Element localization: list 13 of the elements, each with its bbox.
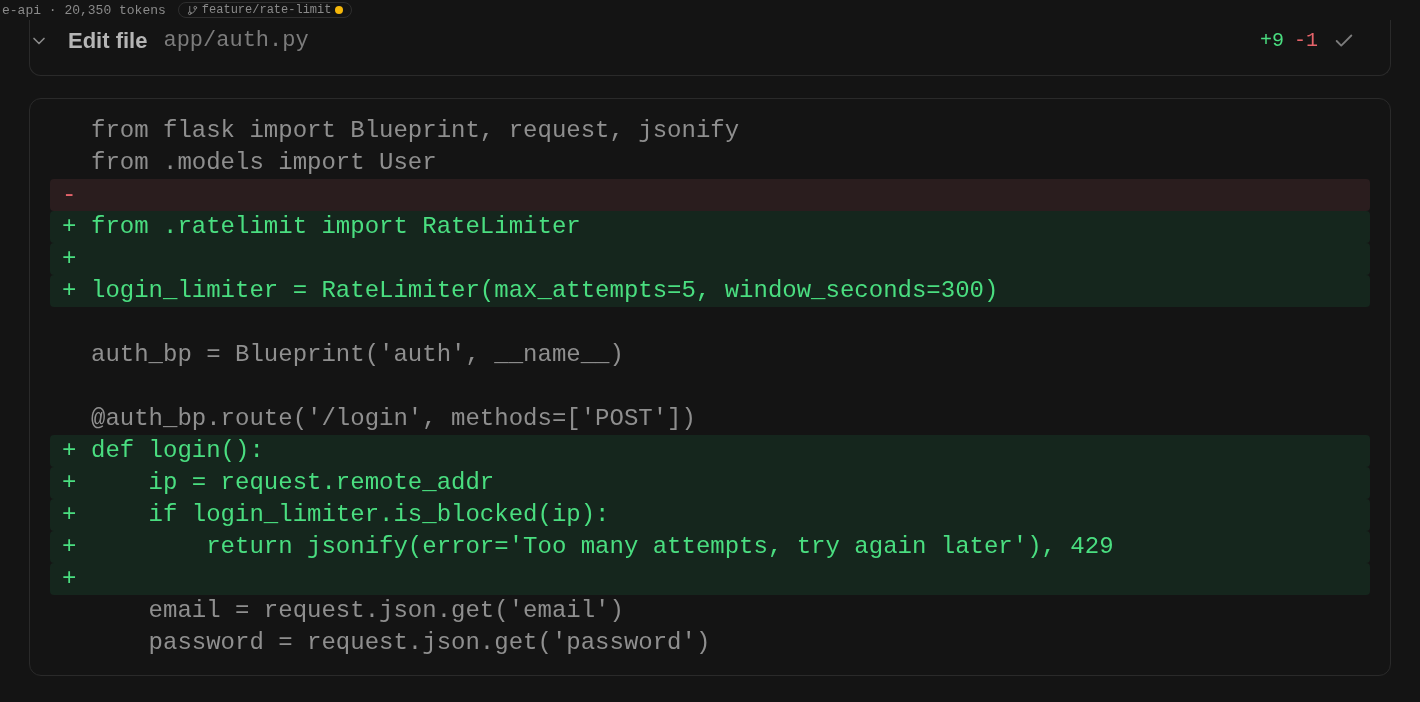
file-path: app/auth.py: [163, 27, 309, 55]
added-count: +9: [1259, 27, 1284, 54]
diff-line: password = request.json.get('password'): [147, 628, 712, 658]
diff-line: from flask import Blueprint, request, jsonify: [90, 116, 741, 146]
diff-line: email = request.json.get('email'): [147, 596, 625, 626]
diff-line: from .models import User: [90, 148, 438, 178]
diff-line: @auth_bp.route('/login', methods=['POST']): [90, 404, 697, 434]
branch-icon: [186, 4, 198, 16]
branch-name: feature/rate-limit: [201, 4, 332, 16]
diff-line: auth_bp = Blueprint('auth', __name__): [90, 340, 625, 370]
action-label: Edit file: [68, 27, 148, 55]
removed-count: -1: [1294, 27, 1318, 54]
project-info: e-api · 20,350 tokens: [2, 3, 166, 17]
